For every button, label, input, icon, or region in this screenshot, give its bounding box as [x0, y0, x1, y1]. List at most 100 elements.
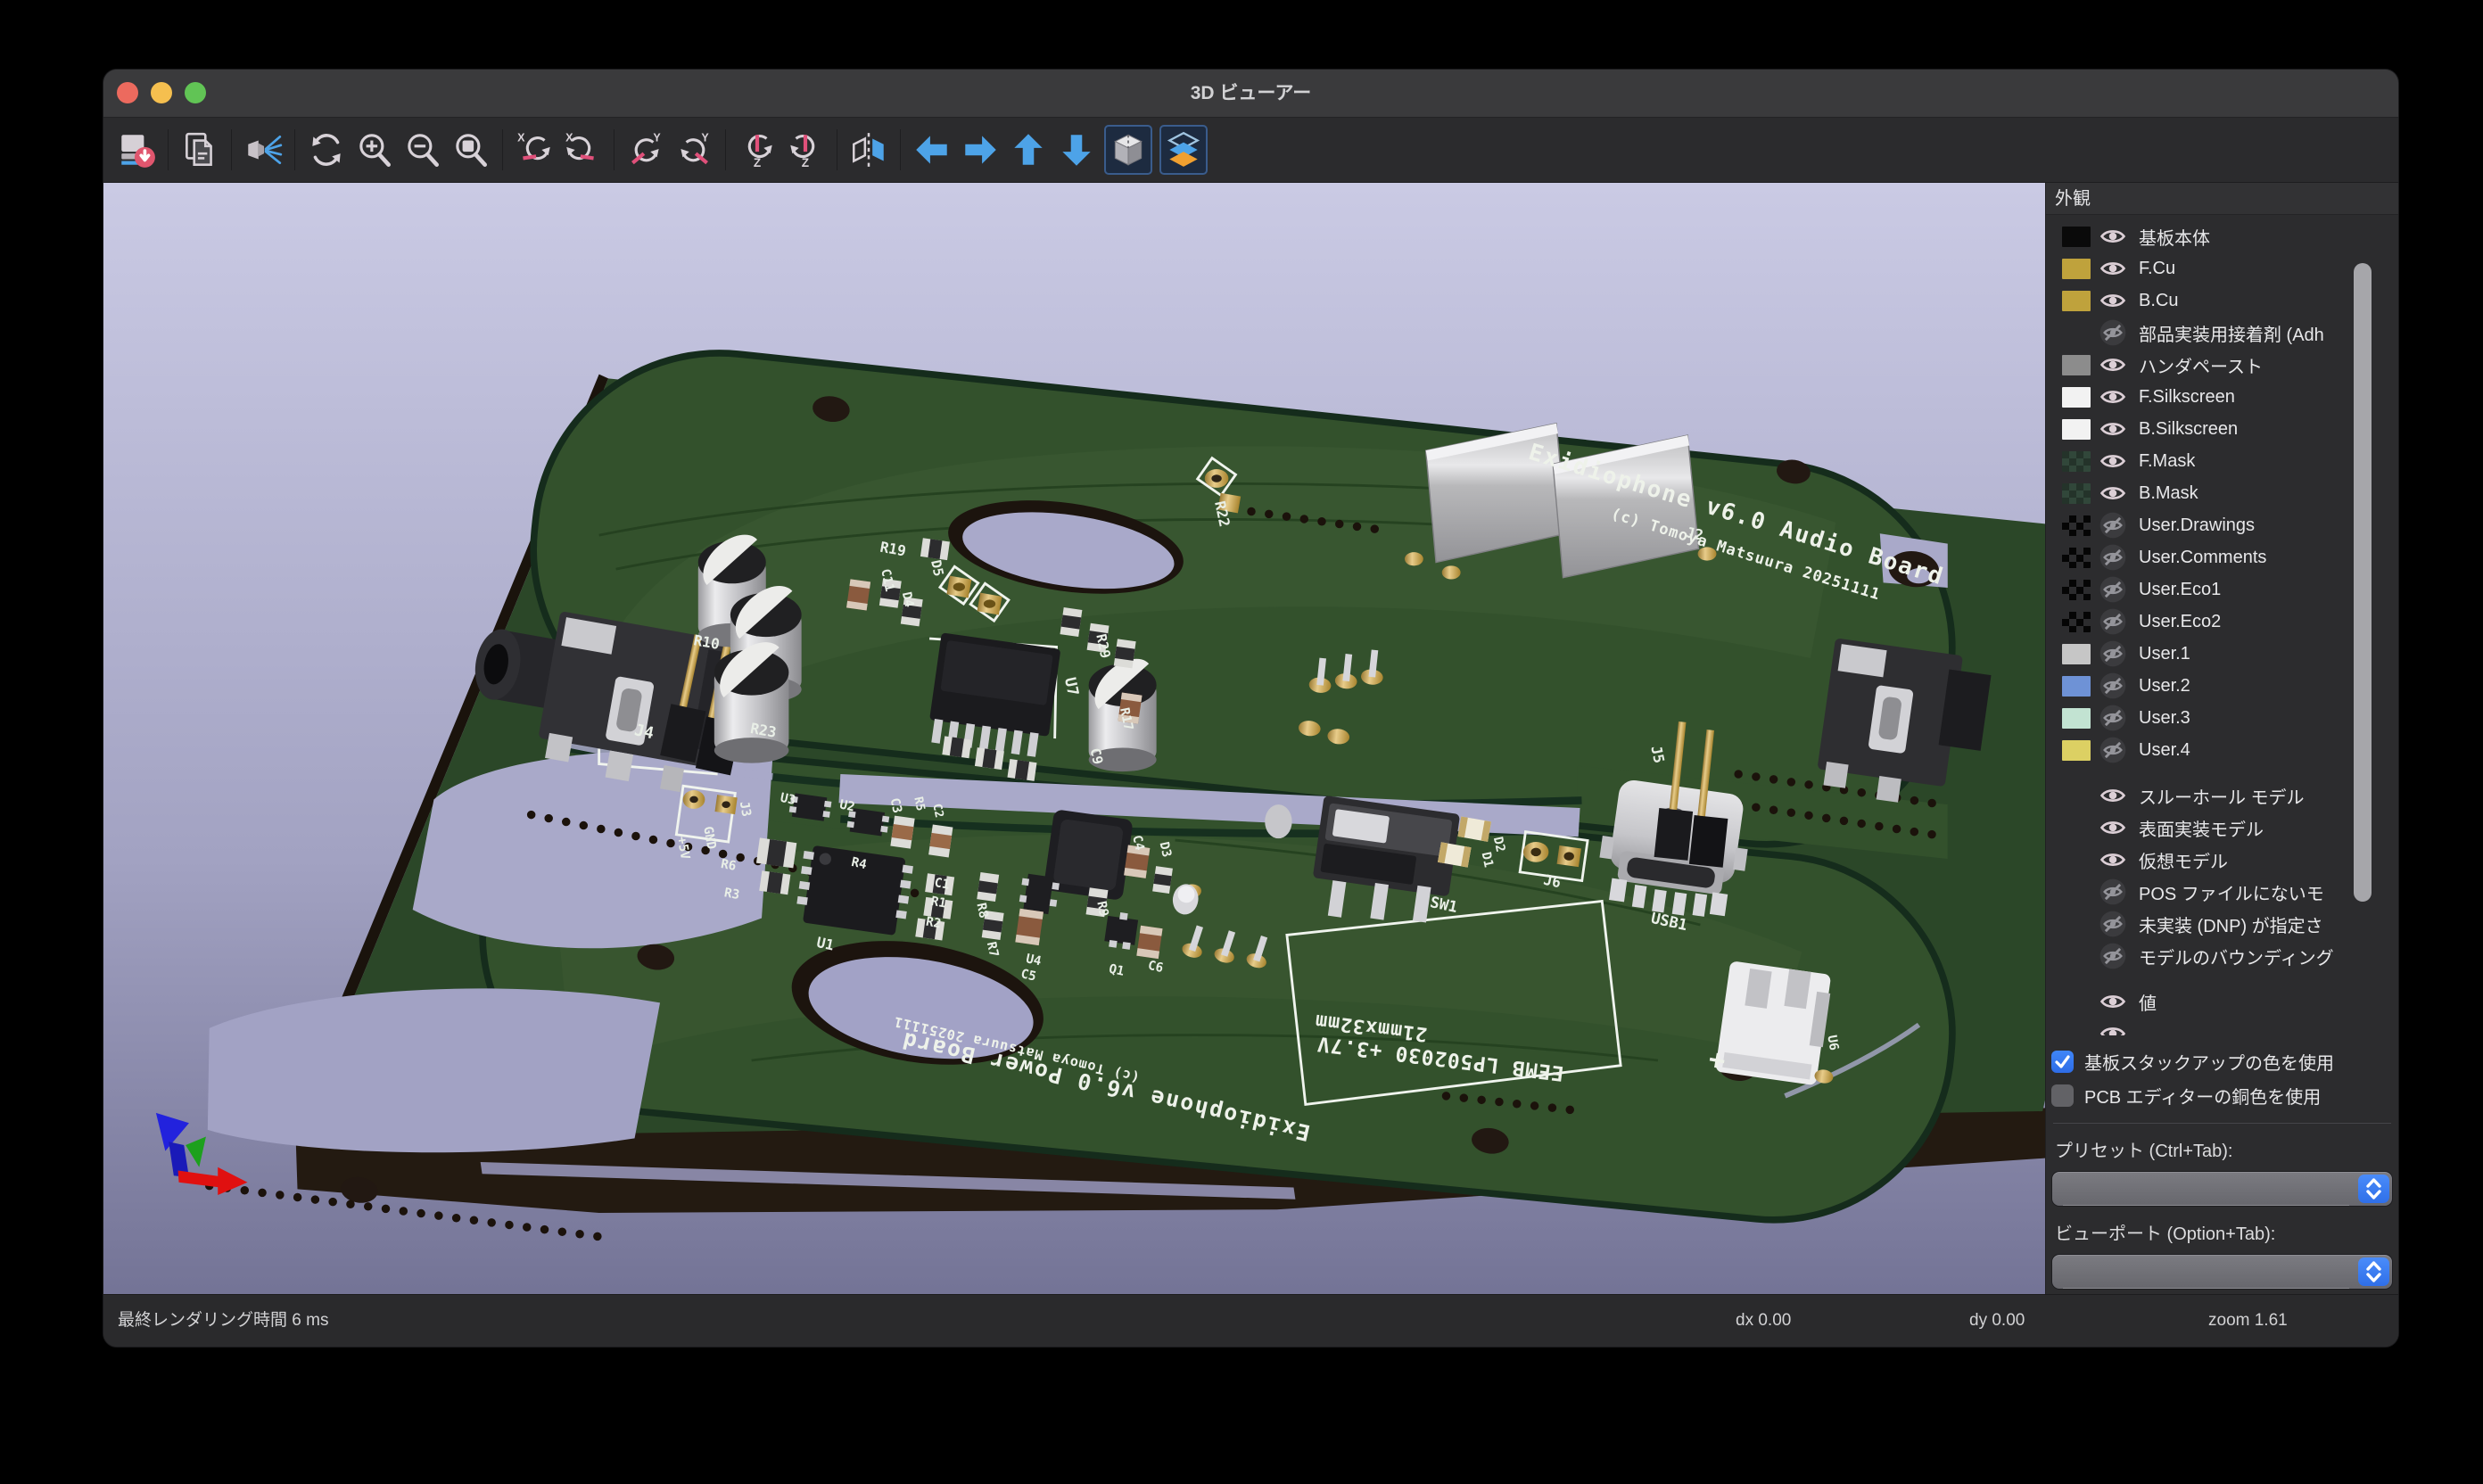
layer-row[interactable]: POS ファイルにないモ [2046, 876, 2399, 908]
layer-row[interactable]: User.3 [2046, 702, 2399, 734]
visibility-eye-icon[interactable] [2099, 672, 2126, 699]
rotate-y-cw-button[interactable]: Y [670, 125, 718, 175]
layer-color-swatch[interactable] [2062, 740, 2091, 761]
layer-row[interactable]: F.Silkscreen [2046, 381, 2399, 413]
zoom-in-button[interactable] [351, 125, 399, 175]
3d-viewport[interactable]: Exidiophone v6.0 Audio Board(c) Tomoya M… [103, 183, 2045, 1296]
redraw-button[interactable] [302, 125, 351, 175]
layer-row[interactable]: User.2 [2046, 670, 2399, 702]
visibility-eye-icon[interactable] [2099, 255, 2126, 282]
zoom-out-button[interactable] [399, 125, 447, 175]
visibility-eye-icon[interactable] [2099, 911, 2126, 937]
checkbox[interactable] [2051, 1084, 2074, 1107]
visibility-eye-icon[interactable] [2099, 878, 2126, 905]
layer-row[interactable]: モデルのバウンディング [2046, 940, 2399, 972]
rotate-z-cw-button[interactable]: Z [781, 125, 829, 175]
layer-row[interactable]: User.Eco1 [2046, 573, 2399, 606]
rotate-y-ccw-button[interactable]: Y [622, 125, 670, 175]
layer-color-swatch[interactable] [2062, 419, 2091, 440]
checkbox[interactable] [2051, 1051, 2074, 1073]
scrollbar-thumb[interactable] [2354, 263, 2372, 902]
layer-row[interactable] [2046, 1018, 2399, 1035]
visibility-eye-icon[interactable] [2099, 943, 2126, 969]
layer-color-swatch[interactable] [2062, 387, 2091, 408]
copy-image-button[interactable] [176, 125, 224, 175]
layer-row[interactable]: ハンダペースト [2046, 349, 2399, 381]
layer-row[interactable]: 未実装 (DNP) が指定さ [2046, 908, 2399, 940]
svg-text:U7: U7 [1060, 676, 1082, 697]
visibility-eye-icon[interactable] [2099, 705, 2126, 731]
visibility-eye-icon[interactable] [2099, 846, 2126, 873]
visibility-eye-icon[interactable] [2099, 988, 2126, 1015]
pan-right-button[interactable] [956, 125, 1004, 175]
visibility-eye-icon[interactable] [2099, 480, 2126, 507]
rotate-z-ccw-button[interactable]: Z [733, 125, 781, 175]
visibility-eye-icon[interactable] [2099, 416, 2126, 442]
pan-left-button[interactable] [908, 125, 956, 175]
reload-board-button[interactable] [112, 125, 161, 175]
layer-color-swatch[interactable] [2062, 355, 2091, 375]
visibility-eye-icon[interactable] [2099, 814, 2126, 841]
layer-color-swatch[interactable] [2062, 483, 2091, 504]
layer-row[interactable]: 表面実装モデル [2046, 812, 2399, 844]
layer-color-swatch[interactable] [2062, 580, 2091, 600]
visibility-eye-icon[interactable] [2099, 782, 2126, 809]
visibility-eye-icon[interactable] [2099, 640, 2126, 667]
visibility-eye-icon[interactable] [2099, 448, 2126, 474]
titlebar[interactable]: 3D ビューアー [103, 70, 2398, 118]
layer-color-swatch[interactable] [2062, 644, 2091, 664]
layer-list[interactable]: 基板本体 F.Cu B.Cu 部品実装用接着剤 (Adh ハンダペースト [2046, 215, 2399, 1035]
layer-row[interactable]: 仮想モデル [2046, 844, 2399, 876]
select-stepper-icon[interactable] [2358, 1257, 2389, 1286]
viewport-select[interactable] [2051, 1254, 2393, 1290]
pan-up-button[interactable] [1004, 125, 1052, 175]
rotate-x-ccw-button[interactable]: X [510, 125, 558, 175]
layer-row[interactable]: User.4 [2046, 734, 2399, 766]
layer-color-swatch[interactable] [2062, 291, 2091, 311]
zoom-fit-button[interactable] [447, 125, 495, 175]
layer-row[interactable]: スルーホール モデル [2046, 779, 2399, 812]
layer-row[interactable]: B.Silkscreen [2046, 413, 2399, 445]
layer-row[interactable]: User.Drawings [2046, 509, 2399, 541]
visibility-eye-icon[interactable] [2099, 383, 2126, 410]
layer-row[interactable]: F.Cu [2046, 252, 2399, 284]
visibility-eye-icon[interactable] [2099, 223, 2126, 250]
layer-row[interactable]: 部品実装用接着剤 (Adh [2046, 317, 2399, 349]
layer-color-swatch[interactable] [2062, 515, 2091, 536]
layer-color-swatch[interactable] [2062, 676, 2091, 697]
layer-row[interactable]: B.Cu [2046, 284, 2399, 317]
layer-row[interactable]: 値 [2046, 985, 2399, 1018]
layer-color-swatch[interactable] [2062, 259, 2091, 279]
appearance-layers-button[interactable] [1159, 125, 1208, 175]
layer-color-swatch[interactable] [2062, 612, 2091, 632]
layer-row[interactable]: 基板本体 [2046, 220, 2399, 252]
visibility-eye-icon[interactable] [2099, 1020, 2126, 1035]
visibility-eye-icon[interactable] [2099, 351, 2126, 378]
raytracing-toggle-button[interactable] [239, 125, 287, 175]
pan-down-button[interactable] [1052, 125, 1101, 175]
layer-row[interactable]: B.Mask [2046, 477, 2399, 509]
layer-color-swatch[interactable] [2062, 708, 2091, 729]
visibility-eye-icon[interactable] [2099, 287, 2126, 314]
layer-color-swatch[interactable] [2062, 548, 2091, 568]
visibility-eye-icon[interactable] [2099, 608, 2126, 635]
visibility-eye-icon[interactable] [2099, 319, 2126, 346]
layer-color-swatch[interactable] [2062, 451, 2091, 472]
visibility-eye-icon[interactable] [2099, 737, 2126, 763]
select-stepper-icon[interactable] [2358, 1175, 2389, 1203]
layer-label: User.Comments [2139, 548, 2266, 568]
flip-board-button[interactable] [845, 125, 893, 175]
option-checkbox-row[interactable]: 基板スタックアップの色を使用 [2051, 1048, 2393, 1075]
orthographic-projection-button[interactable] [1104, 125, 1152, 175]
visibility-eye-icon[interactable] [2099, 576, 2126, 603]
rotate-x-cw-button[interactable]: X [558, 125, 606, 175]
layer-row[interactable]: User.1 [2046, 638, 2399, 670]
layer-row[interactable]: F.Mask [2046, 445, 2399, 477]
option-checkbox-row[interactable]: PCB エディターの銅色を使用 [2051, 1082, 2393, 1109]
visibility-eye-icon[interactable] [2099, 544, 2126, 571]
visibility-eye-icon[interactable] [2099, 512, 2126, 539]
layer-row[interactable]: User.Eco2 [2046, 606, 2399, 638]
preset-select[interactable] [2051, 1171, 2393, 1207]
layer-color-swatch[interactable] [2062, 227, 2091, 247]
layer-row[interactable]: User.Comments [2046, 541, 2399, 573]
